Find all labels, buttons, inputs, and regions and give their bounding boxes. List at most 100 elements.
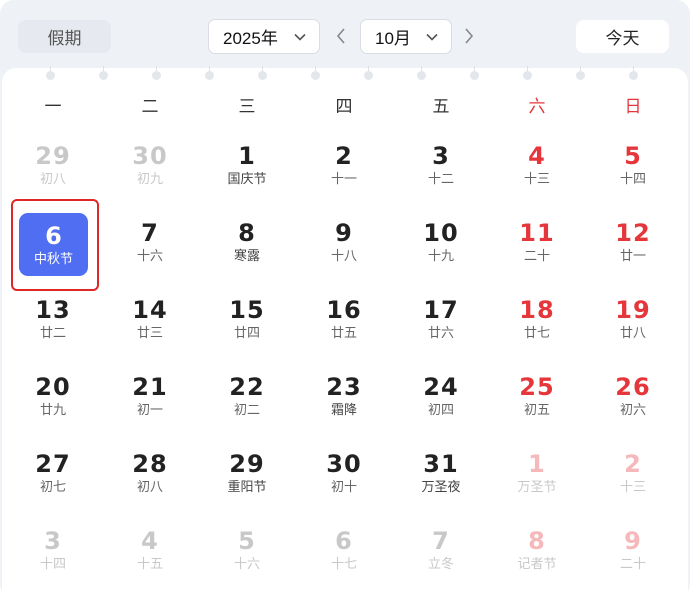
day-cell[interactable]: 6 十七 (304, 528, 384, 598)
day-number: 21 (132, 373, 168, 401)
day-cell[interactable]: 24 初四 (401, 374, 481, 446)
lunar-label: 廿四 (233, 325, 260, 340)
day-number: 4 (141, 527, 159, 555)
day-number: 5 (238, 527, 256, 555)
day-cell[interactable]: 1 国庆节 (207, 143, 287, 215)
day-number: 18 (519, 296, 555, 324)
lunar-label: 十一 (330, 171, 357, 186)
lunar-label: 十四 (39, 556, 66, 571)
lunar-label: 十九 (427, 248, 454, 263)
lunar-label: 初一 (136, 402, 163, 417)
day-cell[interactable]: 26 初六 (593, 374, 673, 446)
lunar-label: 二十 (523, 248, 550, 263)
day-cell[interactable]: 8 记者节 (497, 528, 577, 598)
lunar-label: 初六 (619, 402, 646, 417)
day-number: 27 (35, 450, 71, 478)
day-number: 24 (423, 373, 459, 401)
day-cell[interactable]: 5 十四 (593, 143, 673, 215)
day-cell[interactable]: 7 立冬 (401, 528, 481, 598)
day-number: 8 (528, 527, 546, 555)
day-cell[interactable]: 22 初二 (207, 374, 287, 446)
day-number: 11 (519, 219, 555, 247)
calendar-window: 假期 2025年 10月 今天 一二三四五六日 6 中秋节 29 初八 30 初… (0, 0, 690, 598)
day-number: 1 (238, 142, 256, 170)
day-number: 7 (432, 527, 450, 555)
day-cell[interactable]: 11 二十 (497, 220, 577, 292)
day-number: 16 (326, 296, 362, 324)
day-number: 1 (528, 450, 546, 478)
lunar-label: 廿六 (427, 325, 454, 340)
day-cell[interactable]: 31 万圣夜 (401, 451, 481, 523)
day-cell[interactable]: 19 廿八 (593, 297, 673, 369)
day-cell[interactable]: 3 十四 (13, 528, 93, 598)
lunar-label: 初九 (136, 171, 163, 186)
day-cell[interactable]: 25 初五 (497, 374, 577, 446)
day-cell[interactable]: 2 十三 (593, 451, 673, 523)
day-cell[interactable]: 14 廿三 (110, 297, 190, 369)
day-cell[interactable]: 3 十二 (401, 143, 481, 215)
day-cell[interactable]: 2 十一 (304, 143, 384, 215)
day-number: 22 (229, 373, 265, 401)
lunar-label: 十五 (136, 556, 163, 571)
day-number: 2 (624, 450, 642, 478)
day-cell[interactable]: 20 廿九 (13, 374, 93, 446)
lunar-label: 霜降 (330, 402, 357, 417)
day-cell[interactable]: 23 霜降 (304, 374, 384, 446)
day-number: 17 (423, 296, 459, 324)
lunar-label: 十六 (136, 248, 163, 263)
lunar-label: 初八 (39, 171, 66, 186)
day-cell[interactable]: 4 十五 (110, 528, 190, 598)
lunar-label: 十三 (619, 479, 646, 494)
day-cell[interactable]: 4 十三 (497, 143, 577, 215)
lunar-label: 十二 (427, 171, 454, 186)
day-cell[interactable]: 16 廿五 (304, 297, 384, 369)
day-number: 29 (229, 450, 265, 478)
day-cell[interactable]: 30 初十 (304, 451, 384, 523)
day-cell[interactable]: 8 寒露 (207, 220, 287, 292)
lunar-label: 廿二 (39, 325, 66, 340)
day-number: 31 (423, 450, 459, 478)
day-cell[interactable]: 17 廿六 (401, 297, 481, 369)
day-cell[interactable]: 1 万圣节 (497, 451, 577, 523)
day-number: 4 (528, 142, 546, 170)
lunar-label: 国庆节 (227, 171, 267, 186)
day-number: 9 (624, 527, 642, 555)
day-number: 2 (335, 142, 353, 170)
lunar-label: 初五 (523, 402, 550, 417)
day-number: 23 (326, 373, 362, 401)
day-cell[interactable]: 29 重阳节 (207, 451, 287, 523)
day-cell[interactable]: 12 廿一 (593, 220, 673, 292)
day-number: 13 (35, 296, 71, 324)
day-cell[interactable]: 10 十九 (401, 220, 481, 292)
lunar-label: 立冬 (427, 556, 454, 571)
day-cell[interactable]: 9 二十 (593, 528, 673, 598)
day-number: 14 (132, 296, 168, 324)
day-cell[interactable]: 30 初九 (110, 143, 190, 215)
day-cell[interactable]: 27 初七 (13, 451, 93, 523)
day-number: 10 (423, 219, 459, 247)
lunar-label: 寒露 (233, 248, 260, 263)
lunar-label: 廿三 (136, 325, 163, 340)
selected-day-number: 6 (45, 222, 62, 250)
day-number: 30 (132, 142, 168, 170)
day-cell[interactable]: 15 廿四 (207, 297, 287, 369)
day-number: 6 (335, 527, 353, 555)
lunar-label: 初二 (233, 402, 260, 417)
day-cell[interactable]: 29 初八 (13, 143, 93, 215)
day-cell[interactable]: 13 廿二 (13, 297, 93, 369)
day-number: 20 (35, 373, 71, 401)
day-cell[interactable]: 5 十六 (207, 528, 287, 598)
lunar-label: 廿七 (523, 325, 550, 340)
day-cell[interactable]: 21 初一 (110, 374, 190, 446)
lunar-label: 初十 (330, 479, 357, 494)
day-cell[interactable]: 7 十六 (110, 220, 190, 292)
day-number: 5 (624, 142, 642, 170)
day-number: 19 (615, 296, 651, 324)
day-cell[interactable]: 28 初八 (110, 451, 190, 523)
lunar-label: 初七 (39, 479, 66, 494)
lunar-label: 记者节 (517, 556, 557, 571)
lunar-label: 重阳节 (227, 479, 267, 494)
day-cell[interactable]: 18 廿七 (497, 297, 577, 369)
selected-day-cell[interactable]: 6 中秋节 (19, 213, 88, 276)
day-cell[interactable]: 9 十八 (304, 220, 384, 292)
